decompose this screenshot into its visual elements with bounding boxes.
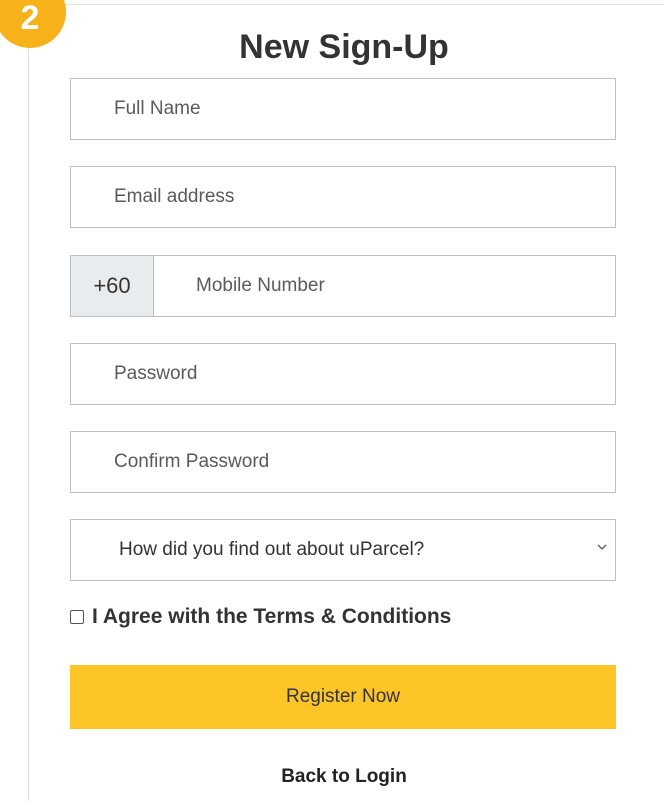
full-name-field[interactable] (70, 78, 616, 140)
email-field[interactable] (70, 166, 616, 228)
back-to-login-link[interactable]: Back to Login (0, 766, 664, 788)
password-field[interactable] (70, 343, 616, 405)
register-button[interactable]: Register Now (70, 665, 616, 729)
terms-agreement[interactable]: I Agree with the Terms & Conditions (70, 605, 451, 629)
password-input[interactable] (71, 344, 615, 404)
confirm-password-field[interactable] (70, 431, 616, 493)
confirm-password-input[interactable] (71, 432, 615, 492)
mobile-field[interactable]: +60 (70, 255, 616, 317)
country-code-prefix: +60 (71, 256, 154, 316)
terms-label: I Agree with the Terms & Conditions (92, 605, 452, 628)
frame-left-border (28, 4, 29, 801)
frame-top-border (28, 4, 664, 5)
full-name-input[interactable] (71, 79, 615, 139)
referral-source-select[interactable]: How did you find out about uParcel? (70, 519, 616, 581)
chevron-down-icon (597, 544, 607, 550)
terms-checkbox[interactable] (70, 610, 84, 624)
mobile-number-input[interactable] (153, 256, 615, 316)
signup-page: 2 New Sign-Up +60 How did you find out a… (0, 0, 664, 801)
email-input[interactable] (71, 167, 615, 227)
page-title: New Sign-Up (239, 28, 449, 66)
referral-source-value: How did you find out about uParcel? (119, 539, 425, 560)
